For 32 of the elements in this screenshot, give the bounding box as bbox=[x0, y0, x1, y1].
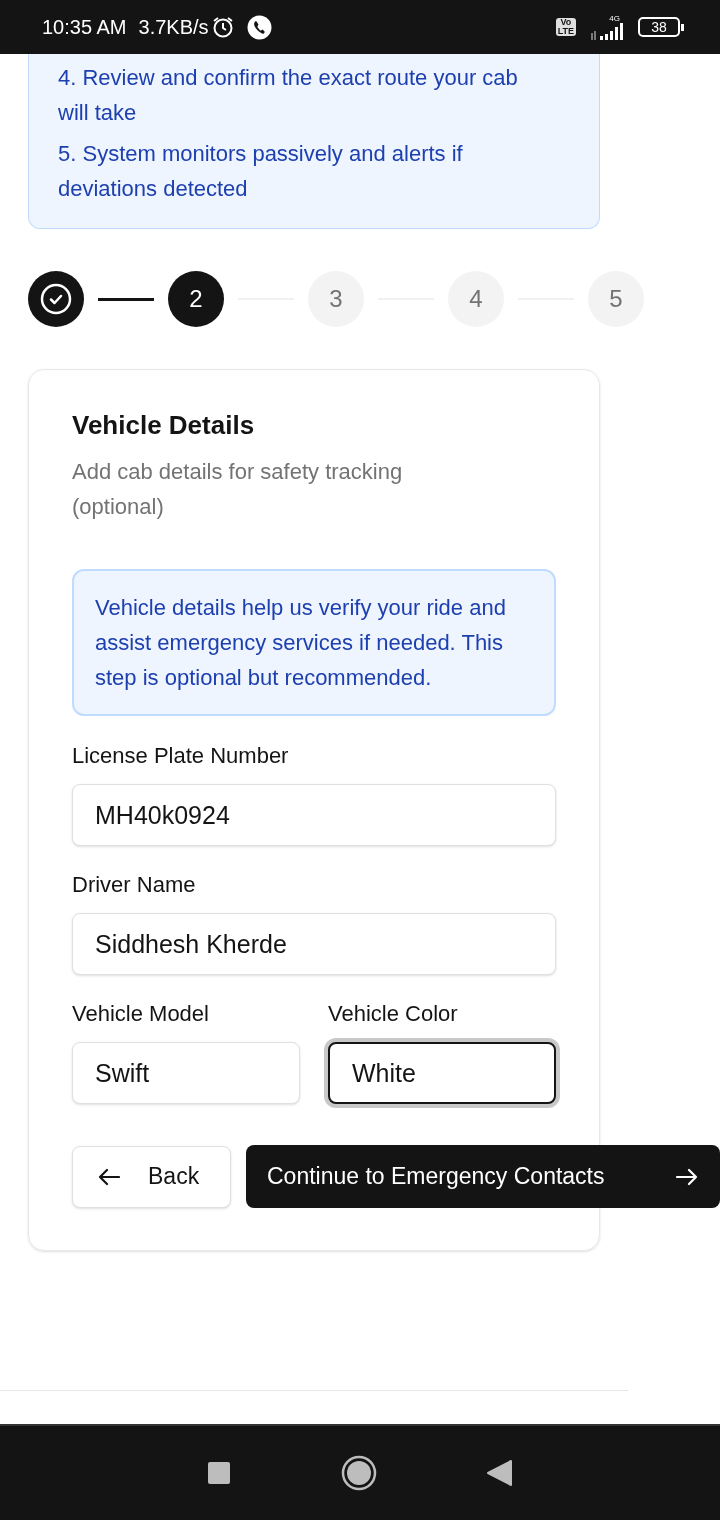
input-field[interactable]: White bbox=[328, 1042, 556, 1104]
recents-icon[interactable] bbox=[207, 1461, 231, 1485]
input-field[interactable]: Siddhesh Kherde bbox=[72, 913, 556, 975]
field-label: Vehicle Color bbox=[328, 1000, 459, 1028]
network-type: 4G bbox=[609, 13, 620, 23]
arrow-right-icon bbox=[676, 1167, 698, 1186]
info-step-text: 4. Review and confirm the exact route your cab will take bbox=[58, 64, 519, 127]
field-label: Vehicle Model bbox=[72, 1000, 210, 1028]
back-icon[interactable] bbox=[487, 1459, 513, 1487]
card-subtitle: Add cab details for safety tracking (optional) bbox=[72, 458, 404, 521]
step-number[interactable]: 3 bbox=[308, 271, 364, 327]
input-field[interactable]: MH40k0924 bbox=[72, 784, 556, 846]
card-title: Vehicle Details bbox=[72, 409, 256, 442]
step-number[interactable]: 4 bbox=[448, 271, 504, 327]
input-field[interactable]: Swift bbox=[72, 1042, 300, 1104]
info-notice: Vehicle details help us verify your ride and assist emergency services if needed. This step is optional but recommended. bbox=[72, 569, 556, 716]
arrow-left-icon bbox=[98, 1167, 120, 1186]
field-label: License Plate Number bbox=[72, 742, 290, 770]
field-label: Driver Name bbox=[72, 871, 197, 899]
battery-level: 38 bbox=[651, 20, 667, 34]
network-speed: 3.7KB/s bbox=[138, 15, 209, 40]
volte-badge: Vo LTE bbox=[555, 18, 576, 36]
step-number[interactable]: 2 bbox=[168, 271, 224, 327]
continue-button[interactable]: Continue to Emergency Contacts bbox=[246, 1145, 720, 1208]
status-time: 10:35 AM bbox=[42, 15, 127, 40]
info-step-text: 5. System monitors passively and alerts if deviations detected bbox=[58, 140, 464, 203]
phone-icon bbox=[246, 14, 272, 40]
check-circle-icon bbox=[40, 283, 72, 315]
home-icon[interactable] bbox=[341, 1455, 377, 1491]
step-completed[interactable] bbox=[28, 271, 84, 327]
step-number[interactable]: 5 bbox=[588, 271, 644, 327]
back-button[interactable]: Back bbox=[72, 1145, 231, 1208]
